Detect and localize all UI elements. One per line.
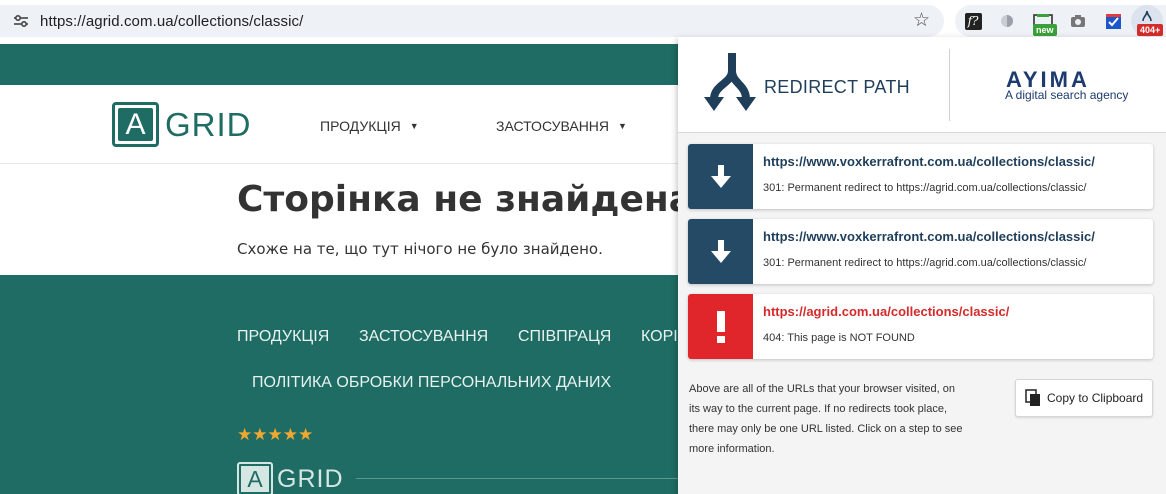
popup-note: Above are all of the URLs that your brow… xyxy=(689,383,963,455)
redirect-step[interactable]: https://www.voxkerrafront.com.ua/collect… xyxy=(688,219,1153,284)
footer-logo-mark: A xyxy=(237,462,273,494)
site-settings-icon[interactable] xyxy=(12,12,30,30)
caret-down-icon: ▼ xyxy=(409,121,419,131)
footer-logo-letter: A xyxy=(241,466,269,492)
logo-mark: A xyxy=(112,102,159,147)
footer-link-partial[interactable]: КОРІ xyxy=(641,328,678,346)
redirect-path-popup: REDIRECT PATH AYIMA A digital search age… xyxy=(678,37,1166,494)
redirect-count-badge: 404+ xyxy=(1137,24,1164,36)
redirect-path-logo-icon xyxy=(704,53,756,111)
redirect-step[interactable]: https://www.voxkerrafront.com.ua/collect… xyxy=(688,144,1153,209)
copy-button-label: Copy to Clipboard xyxy=(1047,391,1144,405)
logo-letter: A xyxy=(118,108,153,141)
menu-item-applications[interactable]: ЗАСТОСУВАННЯ ▼ xyxy=(496,118,627,134)
step-url: https://www.voxkerrafront.com.ua/collect… xyxy=(763,154,1095,169)
footer-link-products[interactable]: ПРОДУКЦІЯ xyxy=(237,328,329,346)
logo-word: GRID xyxy=(165,105,252,143)
step-description: 404: This page is NOT FOUND xyxy=(763,332,915,344)
popup-header: REDIRECT PATH AYIMA A digital search age… xyxy=(678,37,1166,133)
redirect-arrow-icon xyxy=(688,144,753,209)
circle-extension-icon[interactable] xyxy=(995,9,1019,33)
error-step[interactable]: https://agrid.com.ua/collections/classic… xyxy=(688,294,1153,359)
step-description: 301: Permanent redirect to https://agrid… xyxy=(763,182,1087,194)
page-title: Сторінка не знайдена. xyxy=(237,179,707,220)
camera-extension-icon[interactable] xyxy=(1066,9,1090,33)
copy-to-clipboard-button[interactable]: Copy to Clipboard xyxy=(1015,379,1153,417)
rating-stars: ★★★★★ xyxy=(237,425,314,444)
error-exclamation-icon xyxy=(688,294,753,359)
footer-divider xyxy=(356,478,678,479)
menu-item-label: ЗАСТОСУВАННЯ xyxy=(496,118,610,134)
fx-extension-icon[interactable]: f? xyxy=(961,9,985,33)
footer-link-cooperation[interactable]: СПІВПРАЦЯ xyxy=(518,328,611,346)
header-divider xyxy=(949,49,950,121)
popup-title: REDIRECT PATH xyxy=(764,77,910,97)
site-logo[interactable]: A GRID xyxy=(112,102,252,147)
menu-item-products[interactable]: ПРОДУКЦІЯ ▼ xyxy=(320,118,419,134)
step-url: https://agrid.com.ua/collections/classic… xyxy=(763,304,1010,319)
url-text[interactable]: https://agrid.com.ua/collections/classic… xyxy=(40,13,303,30)
new-badge: new xyxy=(1033,24,1057,36)
footer-logo[interactable]: A GRID xyxy=(237,462,344,494)
clipboard-icon xyxy=(1025,389,1040,406)
extensions-bar: f? new 404+ xyxy=(955,5,1166,37)
ayima-tagline: A digital search agency xyxy=(1005,88,1129,102)
menu-item-label: ПРОДУКЦІЯ xyxy=(320,118,401,134)
step-url: https://www.voxkerrafront.com.ua/collect… xyxy=(763,229,1095,244)
page-subtitle: Схоже на те, що тут нічого не було знайд… xyxy=(237,240,603,258)
step-description: 301: Permanent redirect to https://agrid… xyxy=(763,257,1087,269)
redirect-arrow-icon xyxy=(688,219,753,284)
bookmark-star-icon[interactable]: ☆ xyxy=(913,11,930,31)
footer-link-applications[interactable]: ЗАСТОСУВАННЯ xyxy=(359,328,488,346)
footer-logo-word: GRID xyxy=(277,464,344,493)
checkbox-extension-icon[interactable] xyxy=(1101,9,1125,33)
caret-down-icon: ▼ xyxy=(618,121,627,131)
footer-link-privacy[interactable]: ПОЛІТИКА ОБРОБКИ ПЕРСОНАЛЬНИХ ДАНИХ xyxy=(252,374,611,392)
address-bar[interactable]: https://agrid.com.ua/collections/classic… xyxy=(0,5,944,37)
